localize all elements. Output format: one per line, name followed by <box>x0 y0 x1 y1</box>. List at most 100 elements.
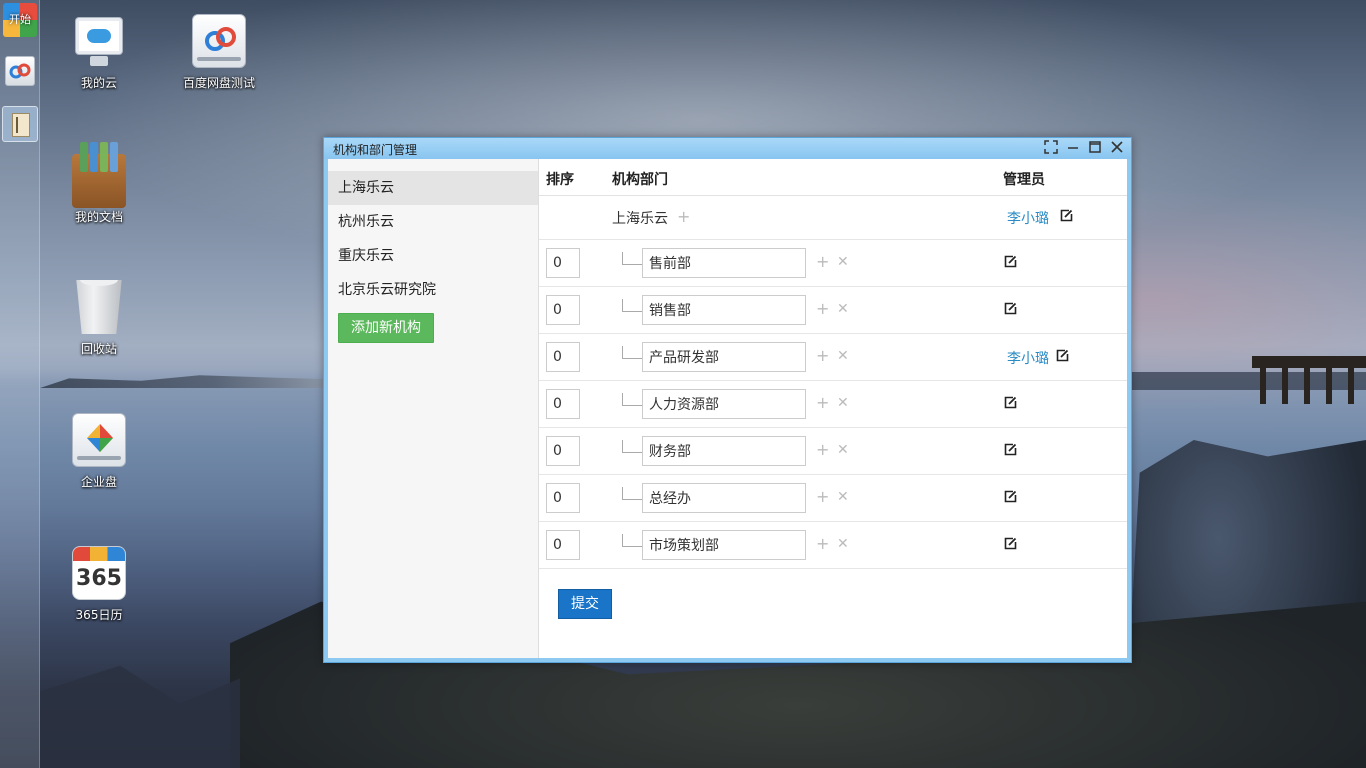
org-item-chongqing[interactable]: 重庆乐云 <box>328 239 538 273</box>
desktop-icon-label: 企业盘 <box>80 475 117 489</box>
start-button[interactable]: 开始 <box>3 3 37 37</box>
maximize-icon[interactable] <box>1087 140 1103 156</box>
department-panel: 排序 机构部门 管理员 上海乐云 + 李小璐 +✕+✕+✕李小璐+✕+✕+✕+✕… <box>539 159 1127 658</box>
submit-button[interactable]: 提交 <box>558 589 612 619</box>
dept-name-input[interactable] <box>642 483 806 513</box>
order-input[interactable] <box>546 483 580 513</box>
root-org-name: 上海乐云 <box>612 211 668 227</box>
dept-name-input[interactable] <box>642 248 806 278</box>
tree-connector <box>622 299 642 312</box>
column-header-dept: 机构部门 <box>612 172 668 188</box>
taskbar: 开始 <box>0 0 40 768</box>
baidu-disk-icon <box>192 14 246 68</box>
add-sub-dept-icon[interactable]: + <box>816 299 829 319</box>
edit-manager-icon[interactable] <box>1003 490 1019 506</box>
org-item-hangzhou[interactable]: 杭州乐云 <box>328 205 538 239</box>
manager-link[interactable]: 李小璐 <box>1007 348 1049 368</box>
org-dept-window: 机构和部门管理 上海乐云 杭州乐云 重庆乐云 北京乐云研究院 添加新机构 排序 … <box>323 137 1132 663</box>
edit-manager-icon[interactable] <box>1059 209 1075 225</box>
add-sub-dept-icon[interactable]: + <box>816 346 829 366</box>
delete-dept-icon[interactable]: ✕ <box>837 534 849 554</box>
minimize-icon[interactable] <box>1065 140 1081 156</box>
department-row: +✕ <box>539 428 1127 475</box>
edit-manager-icon[interactable] <box>1003 396 1019 412</box>
org-item-shanghai[interactable]: 上海乐云 <box>328 171 538 205</box>
window-titlebar[interactable]: 机构和部门管理 <box>324 138 1131 159</box>
dept-name-input[interactable] <box>642 389 806 419</box>
desktop-icon-my-cloud[interactable]: 我的云 <box>49 14 149 91</box>
recycle-bin-icon <box>76 280 122 334</box>
window-client: 上海乐云 杭州乐云 重庆乐云 北京乐云研究院 添加新机构 排序 机构部门 管理员… <box>328 159 1127 658</box>
desktop-icon-label: 365日历 <box>75 608 123 622</box>
dept-name-input[interactable] <box>642 295 806 325</box>
window-title: 机构和部门管理 <box>333 143 418 157</box>
add-sub-dept-icon[interactable]: + <box>677 207 690 226</box>
order-input[interactable] <box>546 530 580 560</box>
delete-dept-icon[interactable]: ✕ <box>837 299 849 319</box>
tree-connector <box>622 534 642 547</box>
add-sub-dept-icon[interactable]: + <box>816 487 829 507</box>
tree-connector <box>622 252 642 265</box>
add-sub-dept-icon[interactable]: + <box>816 252 829 272</box>
enterprise-disk-icon <box>72 413 126 467</box>
organization-list: 上海乐云 杭州乐云 重庆乐云 北京乐云研究院 添加新机构 <box>328 159 539 658</box>
delete-dept-icon[interactable]: ✕ <box>837 346 849 366</box>
wallpaper-shoreline <box>40 375 330 388</box>
desktop-icon-baidu-disk[interactable]: 百度网盘测试 <box>169 14 269 91</box>
table-header: 排序 机构部门 管理员 <box>539 159 1127 196</box>
calendar-icon: 365 <box>72 546 126 600</box>
desktop-icon-label: 我的云 <box>80 76 117 90</box>
department-row: +✕ <box>539 522 1127 569</box>
delete-dept-icon[interactable]: ✕ <box>837 252 849 272</box>
department-row: +✕ <box>539 475 1127 522</box>
desktop-icon-recycle-bin[interactable]: 回收站 <box>49 280 149 357</box>
close-icon[interactable] <box>1109 140 1125 156</box>
dept-name-input[interactable] <box>642 530 806 560</box>
desktop-icon-my-documents[interactable]: 我的文档 <box>49 142 149 225</box>
edit-manager-icon[interactable] <box>1003 255 1019 271</box>
order-input[interactable] <box>546 342 580 372</box>
delete-dept-icon[interactable]: ✕ <box>837 393 849 413</box>
org-item-beijing[interactable]: 北京乐云研究院 <box>328 273 538 307</box>
tree-connector <box>622 346 642 359</box>
desktop-icon-enterprise-disk[interactable]: 企业盘 <box>49 413 149 490</box>
dept-name-input[interactable] <box>642 436 806 466</box>
calendar-icon-number: 365 <box>76 566 122 591</box>
add-organization-button[interactable]: 添加新机构 <box>338 313 434 343</box>
monitor-cloud-icon <box>72 14 126 68</box>
order-input[interactable] <box>546 389 580 419</box>
desktop-icon-label: 百度网盘测试 <box>182 76 255 90</box>
edit-manager-icon[interactable] <box>1003 537 1019 553</box>
desktop-icon-calendar[interactable]: 365 365日历 <box>49 546 149 623</box>
department-row: + ✕ 李小璐 <box>539 334 1127 381</box>
edit-manager-icon[interactable] <box>1003 443 1019 459</box>
manager-link[interactable]: 李小璐 <box>1007 208 1049 228</box>
dept-name-input[interactable] <box>642 342 806 372</box>
department-row: +✕ <box>539 381 1127 428</box>
edit-manager-icon[interactable] <box>1055 349 1071 365</box>
taskbar-active-app-icon[interactable] <box>2 106 38 142</box>
tree-connector <box>622 487 642 500</box>
add-sub-dept-icon[interactable]: + <box>816 534 829 554</box>
add-sub-dept-icon[interactable]: + <box>816 440 829 460</box>
tree-connector <box>622 440 642 453</box>
add-sub-dept-icon[interactable]: + <box>816 393 829 413</box>
wallpaper-rocks-left <box>40 665 240 768</box>
desktop-icon-label: 我的文档 <box>74 210 123 224</box>
desktop-icon-label: 回收站 <box>80 342 117 356</box>
delete-dept-icon[interactable]: ✕ <box>837 487 849 507</box>
documents-drawer-icon <box>72 142 126 208</box>
column-header-order: 排序 <box>546 172 574 188</box>
edit-manager-icon[interactable] <box>1003 302 1019 318</box>
order-input[interactable] <box>546 248 580 278</box>
wallpaper-pier <box>1252 356 1366 404</box>
root-org-row: 上海乐云 + 李小璐 <box>539 196 1127 240</box>
order-input[interactable] <box>546 436 580 466</box>
order-input[interactable] <box>546 295 580 325</box>
taskbar-baidu-disk-icon[interactable] <box>5 56 35 86</box>
department-row: +✕ <box>539 287 1127 334</box>
fullscreen-icon[interactable] <box>1043 140 1059 156</box>
delete-dept-icon[interactable]: ✕ <box>837 440 849 460</box>
tree-connector <box>622 393 642 406</box>
department-row: +✕ <box>539 240 1127 287</box>
